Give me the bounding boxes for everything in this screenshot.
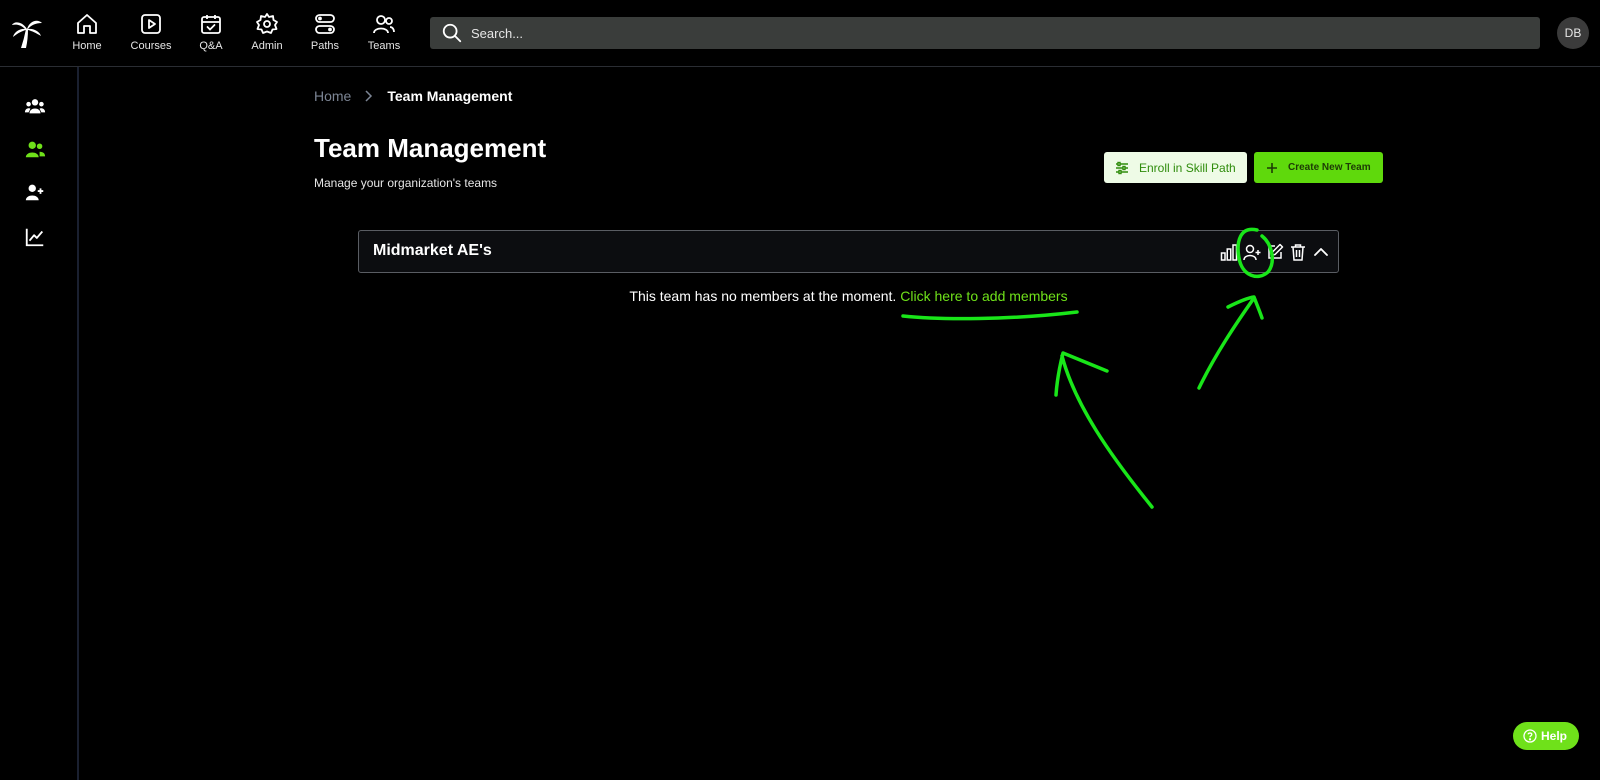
avatar[interactable]: DB [1557, 17, 1589, 49]
home-icon [77, 14, 97, 34]
breadcrumb: Home Team Management [314, 86, 512, 106]
trash-icon[interactable] [1289, 243, 1307, 261]
edit-icon[interactable] [1266, 243, 1284, 261]
page-subtitle: Manage your organization's teams [314, 176, 498, 190]
nav-home[interactable]: Home [57, 12, 117, 56]
add-members-link[interactable]: Click here to add members [900, 288, 1067, 304]
sidebar [0, 67, 79, 780]
team-name: Midmarket AE's [373, 242, 492, 259]
team-card[interactable]: Midmarket AE's [358, 230, 1339, 273]
add-member-icon[interactable] [1243, 243, 1261, 261]
annotation-underline [901, 310, 1079, 321]
create-new-team-button[interactable]: Create New Team [1254, 152, 1383, 183]
users-icon [373, 15, 395, 34]
search-bar[interactable] [430, 17, 1540, 49]
chevron-right-icon [365, 90, 373, 102]
chevron-up-icon[interactable] [1312, 243, 1330, 261]
enroll-skill-path-label: Enroll in Skill Path [1139, 160, 1236, 175]
top-navigation-bar: Home Courses Q&A Admin Paths Teams Searc… [0, 0, 1600, 67]
sliders-icon [1116, 161, 1128, 174]
team-users-icon[interactable] [24, 138, 46, 160]
paths-icon [315, 14, 335, 34]
gear-icon [256, 13, 278, 34]
help-button[interactable]: Help [1513, 722, 1579, 750]
nav-home-label: Home [72, 40, 102, 52]
nav-qa-label: Q&A [199, 40, 223, 52]
nav-teams-label: Teams [367, 40, 401, 52]
page-title: Team Management [314, 133, 547, 163]
search-input[interactable] [471, 18, 1540, 48]
help-label: Help [1541, 729, 1568, 743]
empty-team-message: This team has no members at the moment. C… [358, 288, 1339, 304]
annotation-arrow-right [1197, 295, 1264, 390]
line-chart-icon[interactable] [24, 226, 46, 248]
nav-admin[interactable]: Admin [237, 12, 297, 56]
palm-tree-logo-icon[interactable] [10, 15, 44, 49]
plus-icon [1267, 162, 1277, 173]
nav-teams[interactable]: Teams [354, 12, 414, 56]
play-icon [141, 14, 161, 34]
nav-admin-label: Admin [251, 40, 283, 52]
nav-paths-label: Paths [310, 40, 340, 52]
nav-paths[interactable]: Paths [295, 12, 355, 56]
nav-courses[interactable]: Courses [121, 12, 181, 56]
enroll-skill-path-button[interactable]: Enroll in Skill Path [1104, 152, 1247, 183]
annotation-arrow-left [1054, 351, 1154, 509]
breadcrumb-home[interactable]: Home [314, 88, 351, 104]
breadcrumb-current: Team Management [387, 88, 513, 104]
user-plus-icon[interactable] [24, 181, 46, 203]
help-circle-icon [1523, 729, 1537, 743]
create-new-team-label: Create New Team [1288, 162, 1371, 173]
groups-icon[interactable] [24, 95, 46, 117]
annotation-overlay [901, 227, 1274, 509]
nav-courses-label: Courses [130, 40, 172, 52]
empty-team-text: This team has no members at the moment. [629, 288, 897, 304]
nav-qa[interactable]: Q&A [181, 12, 241, 56]
calendar-check-icon [201, 15, 221, 34]
bar-chart-icon[interactable] [1220, 243, 1238, 261]
search-icon [442, 23, 462, 43]
